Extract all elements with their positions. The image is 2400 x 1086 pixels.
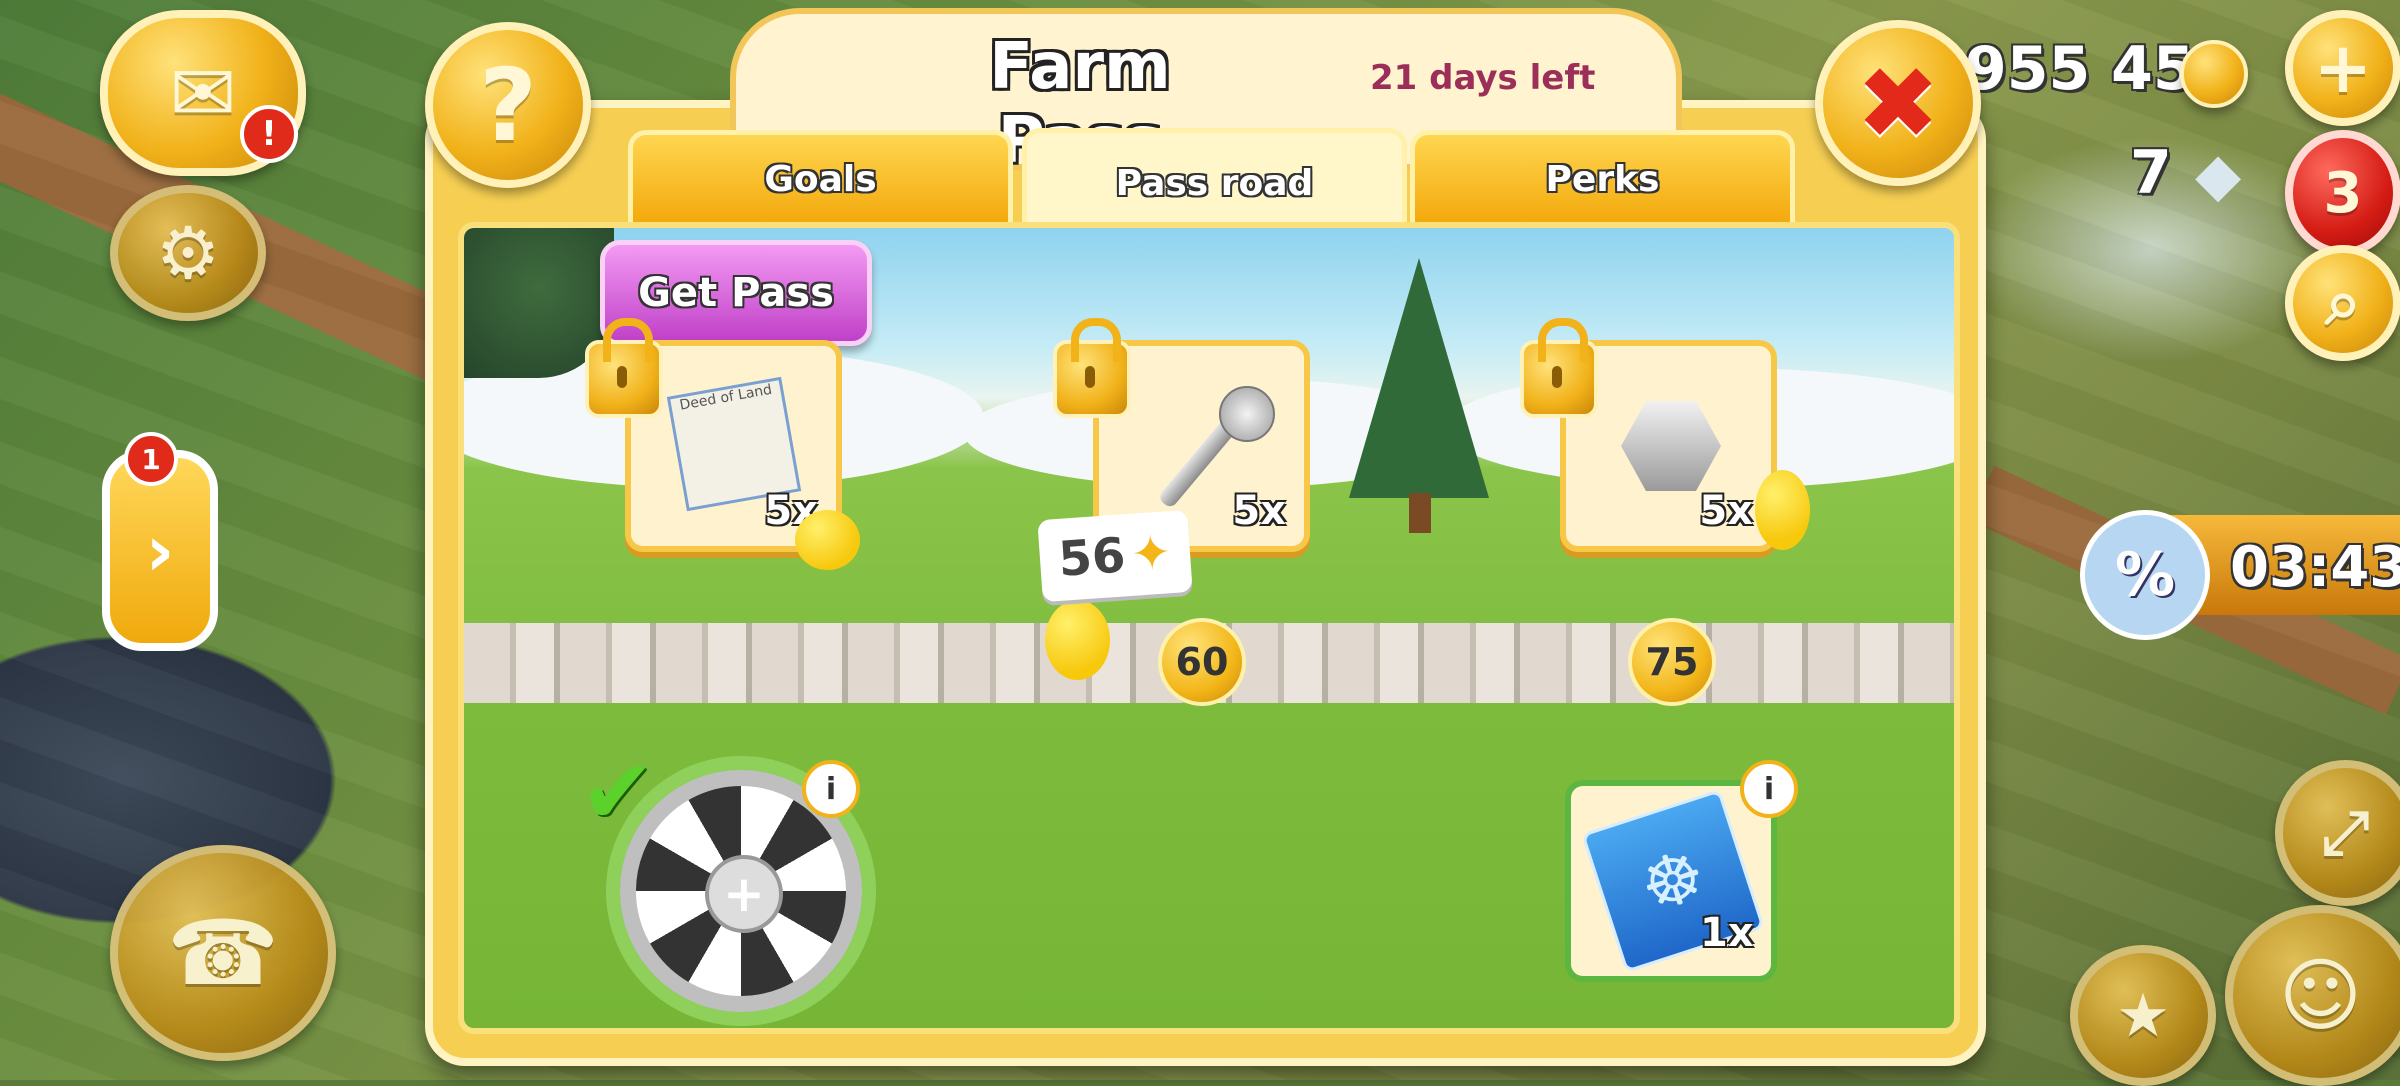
close-button[interactable]: ✖ xyxy=(1815,20,1981,186)
cash-register-icon: ☎ xyxy=(166,900,280,1006)
lock-icon xyxy=(1520,318,1598,418)
screw-head xyxy=(1219,386,1275,442)
tab-perks[interactable]: Perks xyxy=(1410,130,1795,223)
settings-button[interactable]: ⚙ xyxy=(110,185,266,321)
progress-value: 56 xyxy=(1056,527,1128,588)
tab-goals[interactable]: Goals xyxy=(628,130,1013,223)
lock-icon xyxy=(1053,318,1131,418)
chick-decoration xyxy=(795,510,860,570)
pine-tree xyxy=(1349,258,1489,498)
info-button[interactable]: i xyxy=(802,760,860,818)
pine-trunk xyxy=(1409,493,1431,533)
reward-qty: 5x xyxy=(1232,488,1286,534)
reward-qty: 5x xyxy=(1699,488,1753,534)
chick-player-marker xyxy=(1045,600,1110,680)
milestone-coin: 60 xyxy=(1158,618,1246,706)
corn-icon: ✦ xyxy=(1129,524,1174,583)
chevron-right-icon: › xyxy=(145,509,175,592)
close-icon: ✖ xyxy=(1856,44,1940,162)
red-counter-button[interactable]: 3 xyxy=(2285,130,2400,256)
plus-icon: + xyxy=(705,855,783,933)
expand-icon: ⤢ xyxy=(2321,798,2370,868)
deed-title: Deed of Land xyxy=(678,381,774,414)
plus-icon: + xyxy=(2313,27,2373,109)
check-icon: ✔ xyxy=(580,740,656,845)
lock-icon xyxy=(585,318,663,418)
diamond-icon: ◆ xyxy=(2195,140,2242,210)
progress-sign: 56 ✦ xyxy=(1037,509,1193,603)
tab-pass-road[interactable]: Pass road xyxy=(1022,128,1407,233)
red-counter-value: 3 xyxy=(2323,160,2363,226)
search-button[interactable]: ⌕ xyxy=(2285,245,2400,361)
magnifier-icon: ⌕ xyxy=(2325,266,2361,340)
chick-decoration xyxy=(1755,470,1810,550)
coin-icon xyxy=(2180,40,2248,108)
envelope-icon: ✉ xyxy=(169,46,237,140)
sale-timer: 03:43 xyxy=(2230,535,2400,600)
milestone-coin: 75 xyxy=(1628,618,1716,706)
add-coins-button[interactable]: + xyxy=(2285,10,2400,126)
question-icon: ? xyxy=(478,46,537,164)
mail-alert-badge: ! xyxy=(240,105,298,163)
info-button[interactable]: i xyxy=(1740,760,1798,818)
blueprint-qty: 1x xyxy=(1700,910,1754,956)
days-left: 21 days left xyxy=(1370,58,1596,98)
bolt-icon xyxy=(1621,401,1721,491)
sale-percent-icon[interactable]: % xyxy=(2080,510,2210,640)
side-panel-badge: 1 xyxy=(124,432,178,486)
cash-register-button[interactable]: ☎ xyxy=(110,845,336,1061)
gear-icon: ⚙ xyxy=(155,211,221,295)
diamond-count: 7 xyxy=(2130,138,2172,208)
help-button[interactable]: ? xyxy=(425,22,591,188)
